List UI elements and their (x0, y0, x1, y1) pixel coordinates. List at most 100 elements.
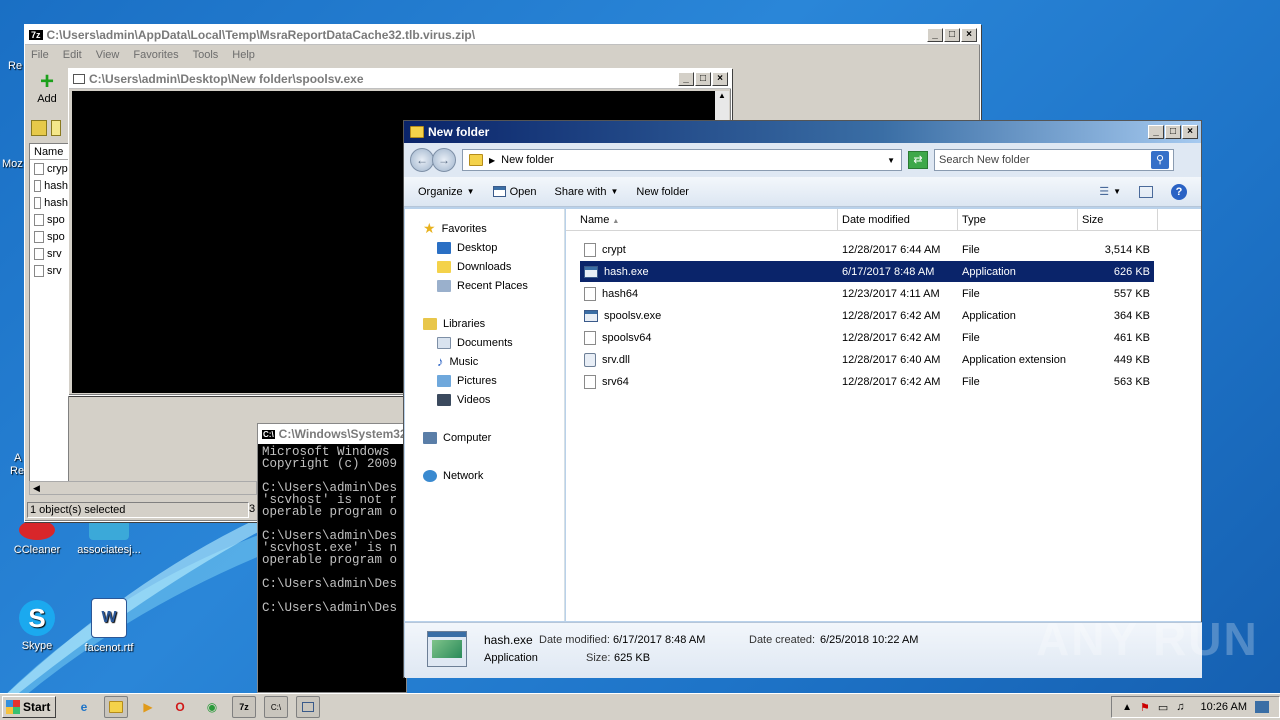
network-tray-icon[interactable]: ▭ (1158, 701, 1168, 714)
column-header-type[interactable]: Type (958, 209, 1078, 230)
maximize-button[interactable]: □ (695, 71, 711, 86)
zip-window-titlebar[interactable]: 7z C:\Users\admin\AppData\Local\Temp\Msr… (25, 25, 980, 45)
app-taskbar-icon[interactable] (296, 696, 320, 718)
list-item[interactable]: hash (30, 177, 68, 194)
forward-button[interactable]: → (432, 148, 456, 172)
cmd-titlebar[interactable]: C:\ C:\Windows\System32 (258, 424, 406, 444)
column-header-date[interactable]: Date modified (838, 209, 958, 230)
list-item[interactable]: hash (30, 194, 68, 211)
horizontal-scrollbar[interactable]: ◀ (29, 481, 257, 495)
nav-downloads[interactable]: Downloads (437, 257, 511, 276)
spoolsv-titlebar[interactable]: C:\Users\admin\Desktop\New folder\spools… (69, 69, 731, 89)
nav-desktop[interactable]: Desktop (437, 238, 497, 257)
search-input[interactable]: Search New folder ⚲ (934, 149, 1174, 171)
recent-places-icon (437, 279, 451, 292)
maximize-button[interactable]: □ (944, 27, 960, 42)
nav-videos[interactable]: Videos (437, 390, 490, 409)
search-icon[interactable]: ⚲ (1151, 151, 1169, 169)
star-icon: ★ (423, 220, 436, 236)
list-item[interactable]: cryp (30, 160, 68, 177)
nav-documents[interactable]: Documents (437, 333, 513, 352)
list-item-label: cryp (47, 162, 68, 175)
help-button[interactable]: ? (1171, 183, 1187, 200)
word-document-icon: W (91, 598, 127, 638)
file-row[interactable]: srv.dll 12/28/2017 6:40 AM Application ext… (580, 349, 1154, 370)
file-row[interactable]: hash64 12/23/2017 4:11 AM File 557 KB (580, 283, 1154, 304)
menu-edit[interactable]: Edit (63, 49, 82, 61)
show-hidden-icons-icon[interactable]: ▲ (1122, 702, 1132, 713)
explorer-taskbar-icon[interactable] (104, 696, 128, 718)
nav-label: Downloads (457, 260, 512, 273)
desktop-icon-skype[interactable]: S Skype (2, 600, 72, 652)
nav-libraries[interactable]: Libraries (423, 314, 485, 333)
organize-label: Organize (418, 185, 463, 198)
list-item[interactable]: spo (30, 228, 68, 245)
dropdown-icon[interactable]: ▼ (887, 156, 895, 165)
breadcrumb-arrow-icon: ▶ (489, 155, 496, 165)
list-item[interactable]: spo (30, 211, 68, 228)
cmd-output[interactable]: Microsoft Windows Copyright (c) 2009 C:\Us… (258, 444, 406, 615)
menu-file[interactable]: File (31, 49, 49, 61)
list-item[interactable]: srv (30, 262, 68, 279)
menu-view[interactable]: View (96, 49, 120, 61)
open-button[interactable]: Open (492, 186, 536, 198)
nav-favorites[interactable]: ★ Favorites (423, 219, 487, 238)
7zip-taskbar-icon[interactable]: 7z (232, 696, 256, 718)
column-label: Name (580, 214, 610, 226)
nav-music[interactable]: ♪ Music (437, 352, 478, 371)
column-header-name[interactable]: Name (30, 144, 68, 160)
nav-computer[interactable]: Computer (423, 428, 491, 447)
chrome-icon[interactable]: ◉ (200, 696, 224, 718)
close-button[interactable]: × (712, 71, 728, 86)
action-center-flag-icon[interactable]: ⚑ (1140, 701, 1150, 714)
opera-icon[interactable]: O (168, 696, 192, 718)
nav-label: Desktop (457, 241, 498, 254)
file-row[interactable]: hash.exe 6/17/2017 8:48 AM Application 626 … (580, 261, 1154, 282)
file-row[interactable]: spoolsv.exe 12/28/2017 6:42 AM Application… (580, 305, 1154, 326)
column-header-size[interactable]: Size (1078, 209, 1158, 230)
minimize-button[interactable]: _ (927, 27, 943, 42)
view-options-button[interactable]: ☰ ▼ (1099, 185, 1121, 198)
desktop-icon-ccleaner[interactable]: CCleaner (2, 520, 72, 556)
menu-favorites[interactable]: Favorites (133, 49, 178, 61)
breadcrumb[interactable]: New folder (501, 154, 554, 166)
media-player-icon[interactable]: ▶ (136, 696, 160, 718)
nav-recent-places[interactable]: Recent Places (437, 276, 528, 295)
volume-icon[interactable]: ♫ (1176, 701, 1184, 713)
share-with-button[interactable]: Share with ▼ (554, 186, 618, 198)
close-button[interactable]: × (961, 27, 977, 42)
close-button[interactable]: × (1182, 125, 1198, 139)
start-button[interactable]: Start (2, 696, 56, 718)
maximize-button[interactable]: □ (1165, 125, 1181, 139)
column-header-name[interactable]: Name ▲ (566, 209, 838, 230)
minimize-button[interactable]: _ (678, 71, 694, 86)
list-item[interactable]: srv (30, 245, 68, 262)
nav-pictures[interactable]: Pictures (437, 371, 497, 390)
explorer-titlebar[interactable]: New folder _ □ × (404, 121, 1201, 143)
add-button[interactable]: + Add (35, 70, 59, 106)
desktop-icon-associates[interactable]: associatesj... (74, 520, 144, 556)
show-desktop-icon[interactable] (1255, 701, 1269, 713)
file-row[interactable]: srv64 12/28/2017 6:42 AM File 563 KB (580, 371, 1154, 392)
internet-explorer-icon[interactable]: e (72, 696, 96, 718)
back-button[interactable]: ← (410, 148, 434, 172)
refresh-button[interactable]: ⇄ (908, 151, 928, 169)
desktop-icon-facenot[interactable]: W facenot.rtf (74, 598, 144, 654)
new-folder-button[interactable]: New folder (636, 186, 689, 198)
preview-pane-button[interactable] (1139, 185, 1153, 198)
window-title: New folder (428, 125, 490, 139)
address-bar[interactable]: ▶ New folder ▼ (462, 149, 902, 171)
minimize-button[interactable]: _ (1148, 125, 1164, 139)
menu-tools[interactable]: Tools (193, 49, 219, 61)
up-folder-icon[interactable] (31, 120, 47, 136)
search-placeholder: Search New folder (939, 154, 1030, 166)
file-type: File (962, 243, 980, 256)
organize-button[interactable]: Organize ▼ (418, 186, 475, 198)
clock[interactable]: 10:26 AM (1201, 701, 1247, 713)
file-row[interactable]: crypt 12/28/2017 6:44 AM File 3,514 KB (580, 239, 1154, 260)
file-icon (34, 179, 42, 192)
menu-help[interactable]: Help (232, 49, 255, 61)
cmd-taskbar-icon[interactable]: C:\ (264, 696, 288, 718)
file-row[interactable]: spoolsv64 12/28/2017 6:42 AM File 461 KB (580, 327, 1154, 348)
nav-network[interactable]: Network (423, 466, 483, 485)
